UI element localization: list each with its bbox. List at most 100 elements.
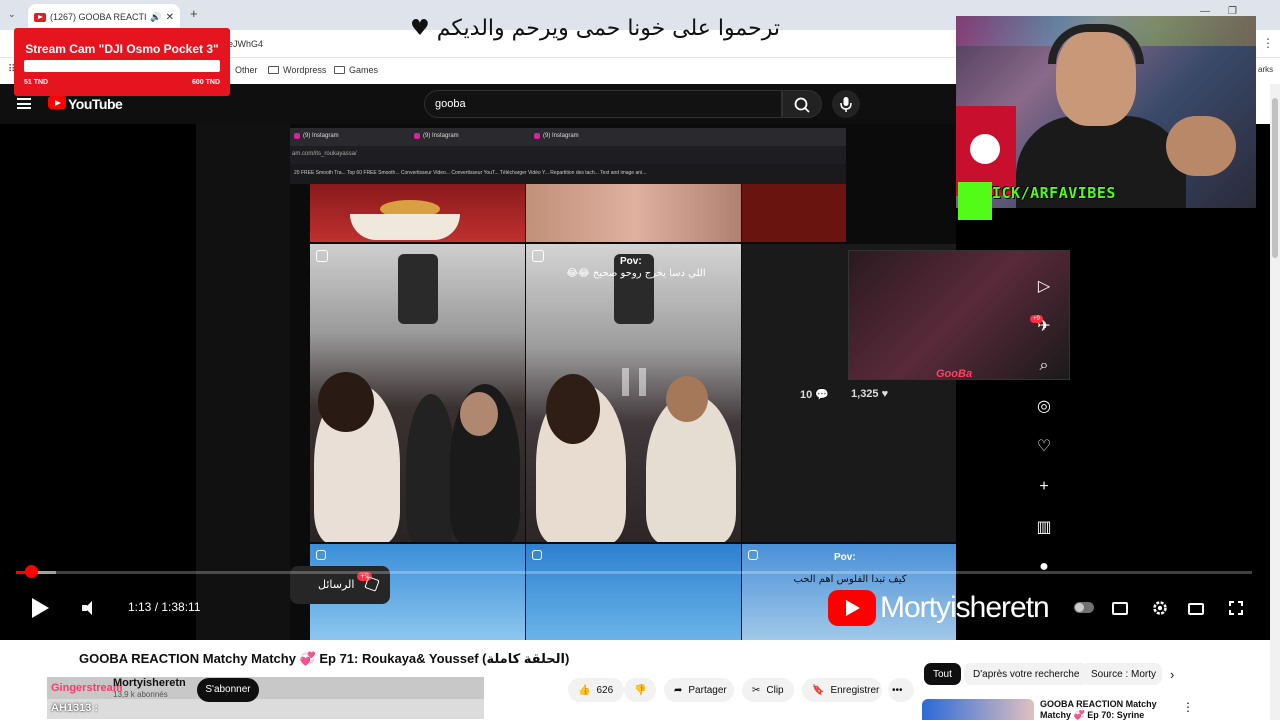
like-button[interactable]: 👍 626 [568,678,624,702]
microphone-icon [840,97,852,112]
captured-tab: (9) Instagram [294,133,339,139]
reel-icon [532,250,544,262]
address-url-fragment: eJWhG4 [228,39,264,49]
explore-icon: ◎ [1037,398,1051,415]
reel-thumbnail [310,244,525,542]
search-input[interactable]: gooba [424,90,782,118]
chip-source[interactable]: Source : Morty [1082,663,1162,685]
thumbs-down-icon: 👎 [634,684,647,696]
search-input-value: gooba [435,98,466,110]
watermark-name: Mortyisheretn [880,591,1050,624]
reel-caption: كيف تبدا الفلوس اهم الحب [793,574,907,585]
settings-button[interactable] [1150,598,1170,618]
youtube-favicon-icon [34,12,46,22]
volume-icon[interactable] [82,600,98,616]
create-icon: + [1039,478,1049,495]
reel-thumbnail: Pov: اللي دسا يخرج روحو صحيح 😂😂 [526,244,741,542]
reel-thumbnail [526,184,741,242]
autoplay-toggle[interactable] [1074,602,1094,613]
share-icon: ➦ [674,684,683,696]
share-button[interactable]: ➦ Partager [664,678,734,702]
theater-mode-button[interactable] [1188,603,1204,615]
progress-bar[interactable] [16,571,1252,574]
channel-watermark[interactable]: Mortyisheretn [828,590,1050,626]
search-icon: ⌕ [1039,357,1049,374]
kick-logo-icon [958,182,992,220]
overlay-name: AH1313 : [51,702,99,714]
scrubber-handle[interactable] [24,565,38,578]
save-button[interactable]: 🔖 Enregistrer [802,678,882,702]
recommended-more-icon[interactable]: ⋮ [1182,700,1194,714]
save-label: Enregistrer [830,684,880,696]
search-icon [794,97,810,113]
folder-icon [268,66,279,74]
captured-tab: (9) Instagram [534,133,579,139]
search-button[interactable] [782,90,822,118]
reel-pov-label: Pov: [620,256,642,267]
clip-button[interactable]: ✂ Clip [742,678,794,702]
donation-progress-bar [24,60,220,72]
new-tab-button[interactable]: + [190,6,198,21]
channel-name[interactable]: Mortyisheretn [113,677,186,689]
chevron-right-icon[interactable]: › [1170,667,1174,682]
recommended-title[interactable]: GOOBA REACTION Matchy Matchy 💞 Ep 70: Sy… [1040,699,1180,721]
reel-pov-label: Pov: [834,552,856,563]
likes-count: 1,325 ♥ [851,388,889,400]
play-button[interactable] [32,598,49,618]
reel-caption: اللي دسا يخرج روحو صحيح 😂😂 [566,268,706,279]
fullscreen-button[interactable] [1226,598,1246,618]
youtube-logo-icon[interactable] [48,96,66,109]
more-menu-icon[interactable]: ⋮ [1262,36,1274,50]
youtube-logo-icon [828,590,876,626]
stream-banner-text: ترحموا على خونا حمى ويرحم والديكم ♥ [410,16,780,41]
chip-related-search[interactable]: D'après votre recherche [964,663,1089,685]
tab-audio-icon[interactable]: 🔊 [150,12,161,23]
bookmark-wordpress[interactable]: Wordpress [268,65,326,75]
thumbs-up-icon: 👍 [578,684,591,696]
reel-thumbnail [310,184,525,242]
profile-icon: ● [1039,558,1049,575]
tab-search-dropdown-icon[interactable]: ⌄ [8,9,16,20]
browser-tab-active[interactable]: (1267) GOOBA REACTION M 🔊 ✕ [28,4,180,30]
folder-icon [334,66,345,74]
youtube-wordmark[interactable]: YouTube [68,96,123,112]
streamer-webcam [956,16,1256,208]
all-bookmarks-label[interactable]: arks [1258,65,1273,74]
subtitles-button[interactable] [1112,602,1128,615]
subscribe-button[interactable]: S'abonner [197,678,259,702]
heart-icon: ♡ [1036,438,1052,455]
menu-icon[interactable] [17,98,31,109]
captured-bookmarks: 20 FREE Smooth Tra... Top 60 FREE Smooth… [290,164,846,184]
insights-icon: ▥ [1036,519,1052,536]
reel-icon [748,550,758,560]
send-icon [364,576,380,592]
overlay-name: Gingerstream [51,682,123,694]
channel-subscribers: 13,9 k abonnés [113,690,168,699]
more-icon: ••• [892,684,903,696]
scrollbar-thumb[interactable] [1272,98,1278,258]
screen-capture-instagram: (9) Instagram (9) Instagram (9) Instagra… [290,124,956,640]
bookmark-label: Other [235,65,258,75]
bookmark-label: Wordpress [283,65,327,75]
bookmark-games[interactable]: Games [334,65,378,75]
tab-close-icon[interactable]: ✕ [166,12,174,23]
donation-max: 600 TND [191,79,220,86]
captured-tab: (9) Instagram [414,133,459,139]
donation-title: Stream Cam "DJI Osmo Pocket 3" [25,42,219,56]
page-scrollbar[interactable] [1270,84,1280,720]
more-actions-button[interactable]: ••• [888,678,914,702]
rail-badge: +9 [1030,315,1043,323]
donation-goal-widget: Stream Cam "DJI Osmo Pocket 3" 51 TND 60… [14,28,230,96]
recommended-thumbnail[interactable] [922,699,1034,720]
dislike-button[interactable]: 👎 [624,678,656,702]
fullscreen-icon [1229,601,1243,615]
reactor-label: GooBa [936,368,973,380]
reels-icon: ▷ [1037,278,1051,295]
chip-all[interactable]: Tout [924,663,961,685]
messages-label: الرسائل [318,578,355,591]
voice-search-button[interactable] [832,90,860,118]
time-display: 1:13 / 1:38:11 [128,600,201,614]
reel-thumbnail [526,544,741,640]
like-count: 626 [596,684,614,696]
video-title: GOOBA REACTION Matchy Matchy 💞 Ep 71: Ro… [79,651,570,666]
